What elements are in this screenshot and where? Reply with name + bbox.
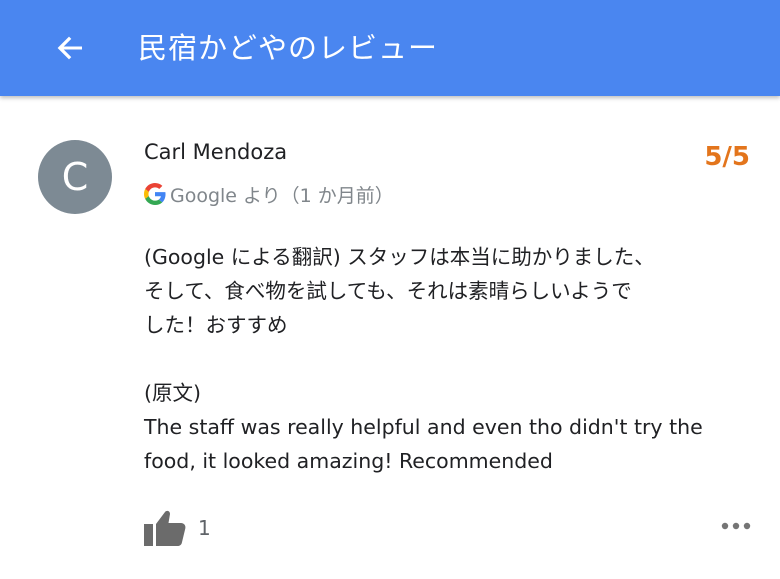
review-card: C Carl Mendoza 5/5 Google より（1 か月前） (Goo… (0, 96, 780, 579)
author-name[interactable]: Carl Mendoza (144, 140, 287, 164)
like-button[interactable] (142, 505, 188, 551)
back-button[interactable] (44, 22, 96, 74)
avatar[interactable]: C (38, 140, 112, 214)
original-label: (原文) (144, 381, 201, 405)
arrow-back-icon (57, 36, 82, 60)
like-count: 1 (198, 516, 211, 540)
rating-score: 5/5 (704, 142, 750, 172)
review-source: Google より（1 か月前） (144, 180, 394, 208)
page-title: 民宿かどやのレビュー (138, 31, 439, 65)
app-bar: 民宿かどやのレビュー (0, 0, 780, 96)
more-options-button[interactable] (718, 514, 754, 538)
google-g-icon (144, 183, 166, 205)
translated-text: (Google による翻訳) スタッフは本当に助かりました、 そして、食べ物を試… (144, 245, 655, 337)
more-horizontal-icon (721, 522, 751, 530)
original-text: The staff was really helpful and even th… (144, 415, 703, 473)
source-text: Google より（1 か月前） (170, 184, 394, 207)
review-actions: 1 (144, 502, 211, 554)
review-body: (Google による翻訳) スタッフは本当に助かりました、 そして、食べ物を試… (144, 240, 744, 478)
thumbs-up-icon (144, 510, 186, 546)
